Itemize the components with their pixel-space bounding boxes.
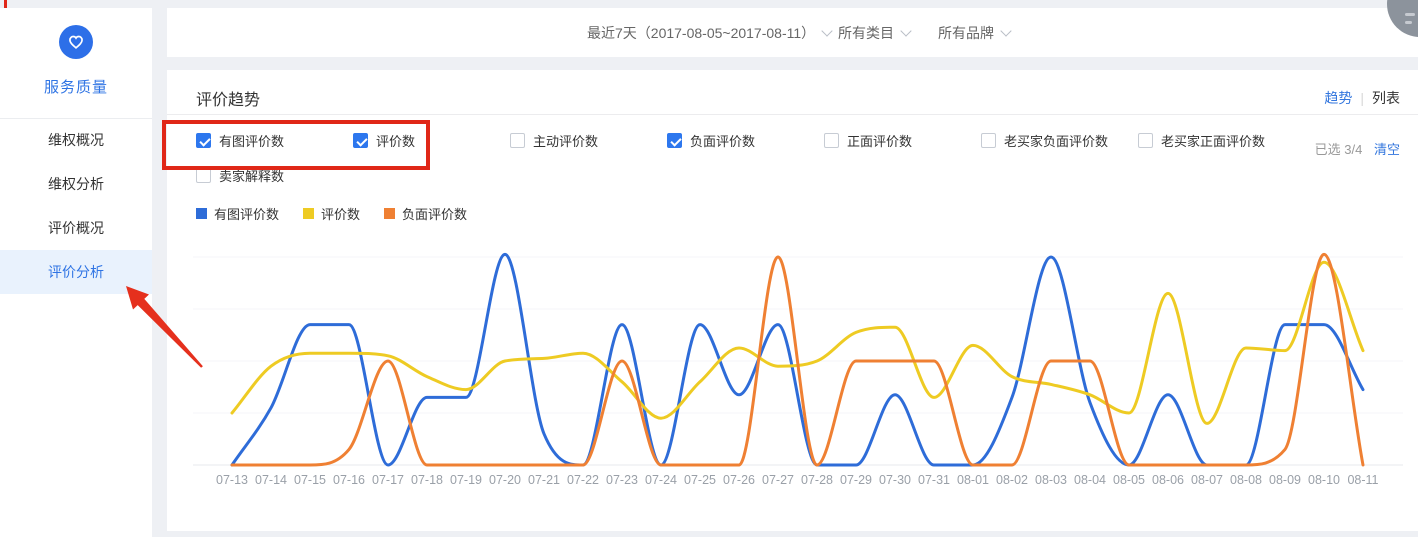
brand-dropdown[interactable]: 所有品牌 bbox=[938, 8, 1010, 57]
date-range-dropdown[interactable]: 最近7天（2017-08-05~2017-08-11） bbox=[587, 8, 831, 57]
tab-trend[interactable]: 趋势 bbox=[1324, 88, 1352, 108]
checkbox-label: 卖家解释数 bbox=[219, 166, 284, 185]
chevron-down-icon bbox=[900, 25, 911, 36]
heart-icon bbox=[67, 33, 85, 51]
page: 服务质量 维权概况维权分析评价概况评价分析 最近7天（2017-08-05~20… bbox=[0, 0, 1418, 537]
chevron-down-icon bbox=[1000, 25, 1011, 36]
legend-item-2[interactable]: 评价数 bbox=[303, 204, 360, 223]
tab-list[interactable]: 列表 bbox=[1372, 88, 1400, 108]
checkbox-unchecked-icon[interactable] bbox=[196, 168, 211, 183]
date-range-value: 最近7天（2017-08-05~2017-08-11） bbox=[587, 23, 815, 43]
checkbox-unchecked-icon[interactable] bbox=[981, 133, 996, 148]
widget-dot bbox=[1405, 21, 1412, 24]
metric-checkbox-8[interactable]: 卖家解释数 bbox=[196, 166, 284, 185]
top-left-red-mark bbox=[4, 0, 7, 8]
checkbox-checked-icon[interactable] bbox=[667, 133, 682, 148]
checkbox-label: 评价数 bbox=[376, 131, 415, 150]
metric-checkbox-5[interactable]: 正面评价数 bbox=[824, 131, 912, 150]
brand-value: 所有品牌 bbox=[938, 23, 994, 43]
legend-label: 负面评价数 bbox=[402, 204, 467, 223]
selection-summary: 已选 3/4 清空 bbox=[1315, 139, 1400, 158]
legend-swatch-icon bbox=[303, 208, 314, 219]
checkbox-label: 正面评价数 bbox=[847, 131, 912, 150]
filter-bar: 最近7天（2017-08-05~2017-08-11） 所有类目 所有品牌 bbox=[167, 8, 1418, 57]
sidebar-nav: 维权概况维权分析评价概况评价分析 bbox=[0, 118, 152, 294]
view-toggle-separator: | bbox=[1360, 90, 1364, 106]
metric-checkbox-2[interactable]: 评价数 bbox=[353, 131, 415, 150]
sidebar: 服务质量 维权概况维权分析评价概况评价分析 bbox=[0, 8, 152, 537]
metric-checkbox-1[interactable]: 有图评价数 bbox=[196, 131, 284, 150]
metric-checkbox-7[interactable]: 老买家正面评价数 bbox=[1138, 131, 1265, 150]
legend-item-3[interactable]: 负面评价数 bbox=[384, 204, 467, 223]
checkbox-unchecked-icon[interactable] bbox=[824, 133, 839, 148]
legend-label: 有图评价数 bbox=[214, 204, 279, 223]
legend-item-1[interactable]: 有图评价数 bbox=[196, 204, 279, 223]
legend-label: 评价数 bbox=[321, 204, 360, 223]
legend-swatch-icon bbox=[384, 208, 395, 219]
panel-title: 评价趋势 bbox=[196, 86, 260, 110]
category-value: 所有类目 bbox=[838, 23, 894, 43]
sidebar-item-4[interactable]: 评价分析 bbox=[0, 250, 152, 294]
widget-dot bbox=[1405, 13, 1415, 16]
checkbox-checked-icon[interactable] bbox=[353, 133, 368, 148]
clear-selection-link[interactable]: 清空 bbox=[1374, 142, 1400, 157]
checkbox-checked-icon[interactable] bbox=[196, 133, 211, 148]
metric-checkbox-4[interactable]: 负面评价数 bbox=[667, 131, 755, 150]
sidebar-item-1[interactable]: 维权概况 bbox=[0, 118, 152, 162]
service-quality-icon bbox=[59, 25, 93, 59]
category-dropdown[interactable]: 所有类目 bbox=[838, 8, 910, 57]
chevron-down-icon bbox=[821, 25, 832, 36]
sidebar-item-2[interactable]: 维权分析 bbox=[0, 162, 152, 206]
checkbox-label: 主动评价数 bbox=[533, 131, 598, 150]
legend-swatch-icon bbox=[196, 208, 207, 219]
metric-checkbox-3[interactable]: 主动评价数 bbox=[510, 131, 598, 150]
sidebar-section-title[interactable]: 服务质量 bbox=[0, 76, 152, 97]
view-toggle: 趋势 | 列表 bbox=[1324, 88, 1400, 108]
checkbox-label: 老买家正面评价数 bbox=[1161, 131, 1265, 150]
checkbox-unchecked-icon[interactable] bbox=[1138, 133, 1153, 148]
metric-checkbox-6[interactable]: 老买家负面评价数 bbox=[981, 131, 1108, 150]
checkbox-label: 有图评价数 bbox=[219, 131, 284, 150]
sidebar-item-3[interactable]: 评价概况 bbox=[0, 206, 152, 250]
checkbox-unchecked-icon[interactable] bbox=[510, 133, 525, 148]
checkbox-label: 老买家负面评价数 bbox=[1004, 131, 1108, 150]
checkbox-label: 负面评价数 bbox=[690, 131, 755, 150]
trend-panel: 评价趋势 趋势 | 列表 有图评价数评价数主动评价数负面评价数正面评价数老买家负… bbox=[167, 70, 1418, 531]
panel-divider bbox=[167, 114, 1418, 115]
chart-legend: 有图评价数 评价数 负面评价数 bbox=[196, 204, 491, 223]
selection-count: 已选 3/4 bbox=[1315, 142, 1363, 157]
